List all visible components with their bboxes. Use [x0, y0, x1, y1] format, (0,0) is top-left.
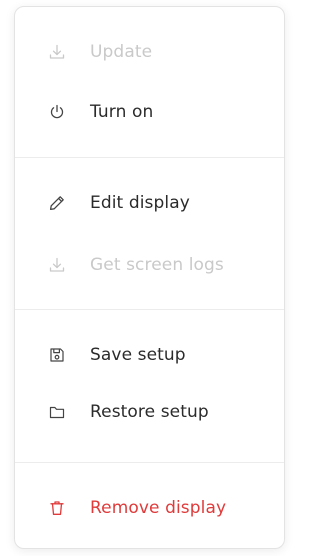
menu-item-label: Update	[90, 42, 153, 62]
menu-divider	[15, 309, 284, 310]
folder-icon	[49, 404, 65, 420]
menu-item-label: Edit display	[90, 193, 190, 213]
menu-item-turn-on[interactable]: Turn on	[15, 90, 284, 134]
download-icon	[49, 44, 65, 60]
menu-item-remove-display[interactable]: Remove display	[15, 486, 284, 530]
menu-item-save-setup[interactable]: Save setup	[15, 333, 284, 377]
menu-divider	[15, 462, 284, 463]
menu-item-label: Save setup	[90, 345, 186, 365]
menu-item-restore-setup[interactable]: Restore setup	[15, 390, 284, 434]
pencil-icon	[49, 195, 65, 211]
menu-item-get-screen-logs: Get screen logs	[15, 243, 284, 287]
download-icon	[49, 257, 65, 273]
menu-item-update: Update	[15, 30, 284, 74]
menu-item-edit-display[interactable]: Edit display	[15, 181, 284, 225]
power-icon	[49, 104, 65, 120]
menu-item-label: Turn on	[90, 102, 154, 122]
context-menu: Update Turn on Edit display Get screen l…	[14, 6, 285, 549]
menu-item-label: Get screen logs	[90, 255, 224, 275]
menu-item-label: Restore setup	[90, 402, 209, 422]
menu-divider	[15, 157, 284, 158]
trash-icon	[49, 500, 65, 516]
save-icon	[49, 347, 65, 363]
menu-item-label: Remove display	[90, 498, 227, 518]
